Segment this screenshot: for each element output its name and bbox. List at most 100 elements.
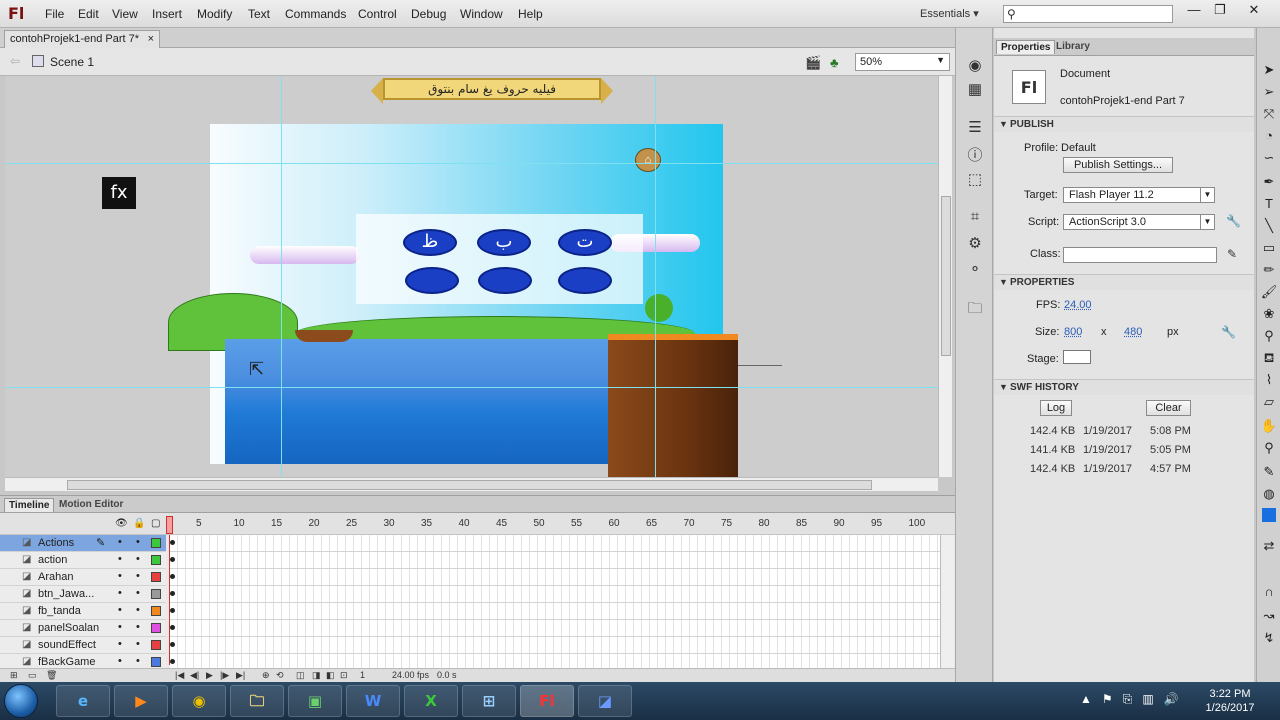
hand-tool-icon[interactable]: ✋: [1260, 418, 1278, 436]
transform-icon[interactable]: ⬚: [966, 170, 984, 188]
selection-tool-icon[interactable]: ➤: [1260, 62, 1278, 80]
new-layer-icon[interactable]: ⊞: [10, 670, 18, 681]
help-search-input[interactable]: ⚲: [1003, 5, 1173, 23]
tab-library[interactable]: Library: [1052, 40, 1094, 53]
menu-control[interactable]: Control: [358, 7, 397, 21]
show-hidden-icon[interactable]: ▲: [1080, 692, 1092, 706]
edit-symbols-icon[interactable]: ♣: [830, 55, 839, 70]
keyframe[interactable]: [170, 557, 175, 562]
answer-button-2[interactable]: ب: [477, 229, 531, 256]
height-value[interactable]: 480: [1124, 326, 1142, 338]
visibility-dot[interactable]: •: [118, 655, 122, 667]
publish-settings-button[interactable]: Publish Settings...: [1063, 157, 1173, 173]
keyframe[interactable]: [170, 591, 175, 596]
stage-horizontal-scrollbar[interactable]: [5, 477, 938, 491]
outline-icon[interactable]: ▢: [151, 518, 160, 529]
onion-outline-icon[interactable]: ◨: [312, 670, 321, 681]
eye-icon[interactable]: 👁: [115, 518, 128, 529]
visibility-dot[interactable]: •: [118, 587, 122, 599]
deco-tool-icon[interactable]: ❀: [1260, 306, 1278, 324]
stage-area[interactable]: fx ⌂ ظ ب ت فيليه حروف يغ سام بنتوق ⇱: [5, 76, 938, 477]
chrome-icon[interactable]: ◉: [172, 685, 226, 717]
question-panel[interactable]: ظ ب ت: [356, 214, 643, 304]
fx-symbol[interactable]: fx: [102, 177, 136, 209]
keyframe[interactable]: [170, 625, 175, 630]
layer-outline-color[interactable]: [151, 572, 161, 582]
class-input[interactable]: [1063, 247, 1217, 263]
loop-icon[interactable]: ⟲: [276, 670, 284, 681]
start-button[interactable]: [4, 684, 38, 718]
menu-debug[interactable]: Debug: [411, 7, 446, 21]
pencil-tool-icon[interactable]: ✏: [1260, 262, 1278, 280]
fps-value[interactable]: 24.00: [1064, 299, 1092, 311]
lock-dot[interactable]: •: [136, 553, 140, 565]
playhead[interactable]: [166, 516, 173, 534]
lock-dot[interactable]: •: [136, 638, 140, 650]
guide-horizontal-1[interactable]: [5, 163, 938, 164]
guide-vertical-2[interactable]: [655, 76, 656, 477]
keyframe[interactable]: [170, 540, 175, 545]
center-frame-icon[interactable]: ⊕: [262, 670, 270, 681]
layer-name[interactable]: Arahan: [38, 571, 73, 583]
delete-layer-icon[interactable]: 🗑: [46, 670, 57, 681]
prev-frame-icon[interactable]: ◀|: [190, 670, 199, 681]
publish-section-header[interactable]: ▼ PUBLISH: [994, 116, 1254, 132]
swatches-icon[interactable]: ▦: [966, 80, 984, 98]
layer-row[interactable]: ◪ action • •: [0, 552, 166, 569]
subselection-tool-icon[interactable]: ➢: [1260, 84, 1278, 102]
layer-outline-color[interactable]: [151, 589, 161, 599]
layer-row[interactable]: ◪ btn_Jawa... • •: [0, 586, 166, 603]
layer-name[interactable]: soundEffect: [38, 639, 96, 651]
onion-skin-icon[interactable]: ◫: [296, 670, 305, 681]
scene-label[interactable]: Scene 1: [50, 55, 94, 69]
stage-vertical-scrollbar[interactable]: [938, 76, 952, 477]
menu-view[interactable]: View: [112, 7, 138, 21]
lasso-tool-icon[interactable]: ∽: [1260, 150, 1278, 168]
close-button[interactable]: ✕: [1240, 2, 1268, 20]
modify-markers-icon[interactable]: ⊡: [340, 670, 348, 681]
network-tray-icon[interactable]: ▥: [1142, 692, 1153, 706]
menu-insert[interactable]: Insert: [152, 7, 182, 21]
layer-row[interactable]: ◪ Actions ✎ • •: [0, 535, 166, 552]
motion-presets-icon[interactable]: ⚬: [966, 260, 984, 278]
eyedropper-icon[interactable]: ⌇: [1260, 372, 1278, 390]
stage-color-swatch[interactable]: [1063, 350, 1091, 364]
fill-color-icon[interactable]: ◍: [1260, 486, 1278, 504]
tab-properties[interactable]: Properties: [996, 40, 1056, 54]
network-icon[interactable]: ⊞: [462, 685, 516, 717]
rectangle-tool-icon[interactable]: ▭: [1260, 240, 1278, 258]
play-icon[interactable]: ▶: [206, 670, 213, 681]
layer-outline-color[interactable]: [151, 623, 161, 633]
project-icon[interactable]: 🗀: [966, 298, 984, 317]
screen-capture-icon[interactable]: ◪: [578, 685, 632, 717]
align-icon[interactable]: ☰: [966, 118, 984, 136]
keyframe[interactable]: [170, 574, 175, 579]
title-banner[interactable]: فيليه حروف يغ سام بنتوق: [371, 78, 613, 104]
fill-swatch-icon[interactable]: [1260, 508, 1278, 526]
snap-magnet-icon[interactable]: ∩: [1260, 584, 1278, 602]
flag-icon[interactable]: ⚑: [1102, 692, 1113, 706]
layer-name[interactable]: fb_tanda: [38, 605, 81, 617]
menu-window[interactable]: Window: [460, 7, 503, 21]
width-value[interactable]: 800: [1064, 326, 1082, 338]
layer-name[interactable]: fBackGame: [38, 656, 95, 668]
explorer-icon[interactable]: 🗀: [230, 685, 284, 717]
flash-icon[interactable]: Fl: [520, 685, 574, 717]
frame-grid[interactable]: [170, 535, 940, 671]
layer-name[interactable]: Actions: [38, 537, 74, 549]
lock-dot[interactable]: •: [136, 570, 140, 582]
answer-button-1[interactable]: ظ: [403, 229, 457, 256]
layer-name[interactable]: btn_Jawa...: [38, 588, 94, 600]
menu-file[interactable]: File: [45, 7, 64, 21]
log-button[interactable]: Log: [1040, 400, 1072, 416]
edit-multiple-icon[interactable]: ◧: [326, 670, 335, 681]
zoom-select[interactable]: 50% ▼: [855, 53, 950, 71]
target-select[interactable]: Flash Player 11.2 ▼: [1063, 187, 1215, 203]
clear-button[interactable]: Clear: [1146, 400, 1191, 416]
home-icon[interactable]: ⌂: [635, 148, 661, 172]
menu-commands[interactable]: Commands: [285, 7, 346, 21]
bone-tool-icon[interactable]: ⚲: [1260, 328, 1278, 346]
boat[interactable]: [295, 330, 353, 342]
back-arrow-icon[interactable]: ⇦: [10, 54, 20, 68]
edit-class-pencil-icon[interactable]: ✎: [1227, 247, 1237, 261]
